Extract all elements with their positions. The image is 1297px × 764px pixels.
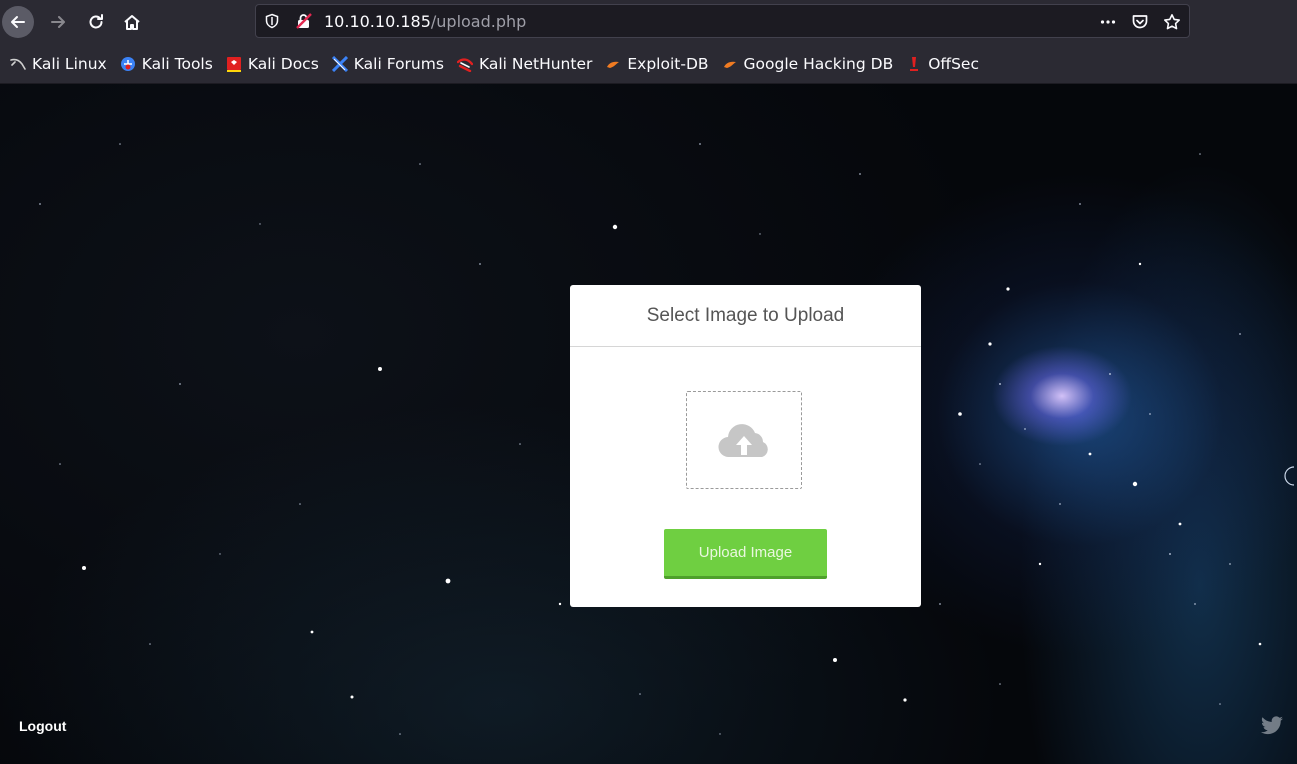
image-drop-zone[interactable] [686,391,802,489]
bookmark-label: Google Hacking DB [743,54,894,73]
kali-dragon-icon [10,56,26,72]
bookmark-label: Kali Docs [247,54,319,73]
ghdb-icon [722,56,738,72]
bookmark-star-icon[interactable] [1161,11,1183,33]
card-title: Select Image to Upload [570,285,921,347]
insecure-lock-icon[interactable] [294,11,314,31]
tracking-shield-icon[interactable] [262,11,282,31]
back-button[interactable] [2,6,34,38]
bookmark-label: Kali Forums [353,54,444,73]
url-text[interactable]: 10.10.10.185/upload.php [324,12,526,32]
bookmark-kali-docs[interactable]: Kali Docs [226,55,319,73]
url-host: 10.10.10.185 [324,12,431,31]
reload-button[interactable] [80,6,112,38]
bookmark-label: Kali NetHunter [478,54,593,73]
arrow-left-icon [11,16,25,28]
upload-card: Select Image to Upload Upload Image [570,285,921,607]
home-icon [124,15,140,30]
bookmark-exploit-db[interactable]: Exploit-DB [605,54,709,73]
bookmark-label: OffSec [928,54,979,73]
bookmark-kali-forums[interactable]: Kali Forums [331,54,444,73]
home-button[interactable] [116,6,148,38]
bookmark-label: Kali Tools [141,54,213,73]
bookmark-kali-linux[interactable]: Kali Linux [10,55,107,73]
kali-nethunter-icon [456,56,473,72]
bookmark-label: Kali Linux [32,54,107,73]
logout-link[interactable]: Logout [19,718,66,734]
kali-docs-icon [226,56,242,72]
kali-forums-icon [331,55,348,72]
offsec-icon [906,56,922,72]
planet-edge-icon [1284,466,1295,486]
kali-tools-icon [120,56,136,72]
bookmarks-toolbar: Kali Linux Kali Tools Kali Docs Kali For… [0,44,1297,84]
crescent-moon-icon [211,274,216,284]
arrow-right-icon [51,16,65,28]
cloud-upload-icon [718,424,768,458]
bookmark-label: Exploit-DB [627,54,709,73]
page-background: Select Image to Upload Upload Image Logo… [0,84,1297,764]
bookmark-kali-nethunter[interactable]: Kali NetHunter [456,54,593,73]
address-bar[interactable]: 10.10.10.185/upload.php [255,4,1190,38]
pocket-icon[interactable] [1129,11,1151,33]
bookmark-offsec[interactable]: OffSec [906,55,979,73]
url-path: /upload.php [430,12,527,31]
twitter-icon[interactable] [1260,716,1284,736]
reload-icon [89,14,103,29]
upload-image-button[interactable]: Upload Image [664,529,827,579]
exploit-db-icon [605,56,621,72]
forward-button[interactable] [42,6,74,38]
bookmark-google-hacking-db[interactable]: Google Hacking DB [722,54,894,73]
page-actions-menu-icon[interactable] [1097,11,1119,33]
bookmark-kali-tools[interactable]: Kali Tools [120,55,213,73]
address-bar-actions [1097,11,1183,33]
browser-toolbar: 10.10.10.185/upload.php [0,0,1297,44]
